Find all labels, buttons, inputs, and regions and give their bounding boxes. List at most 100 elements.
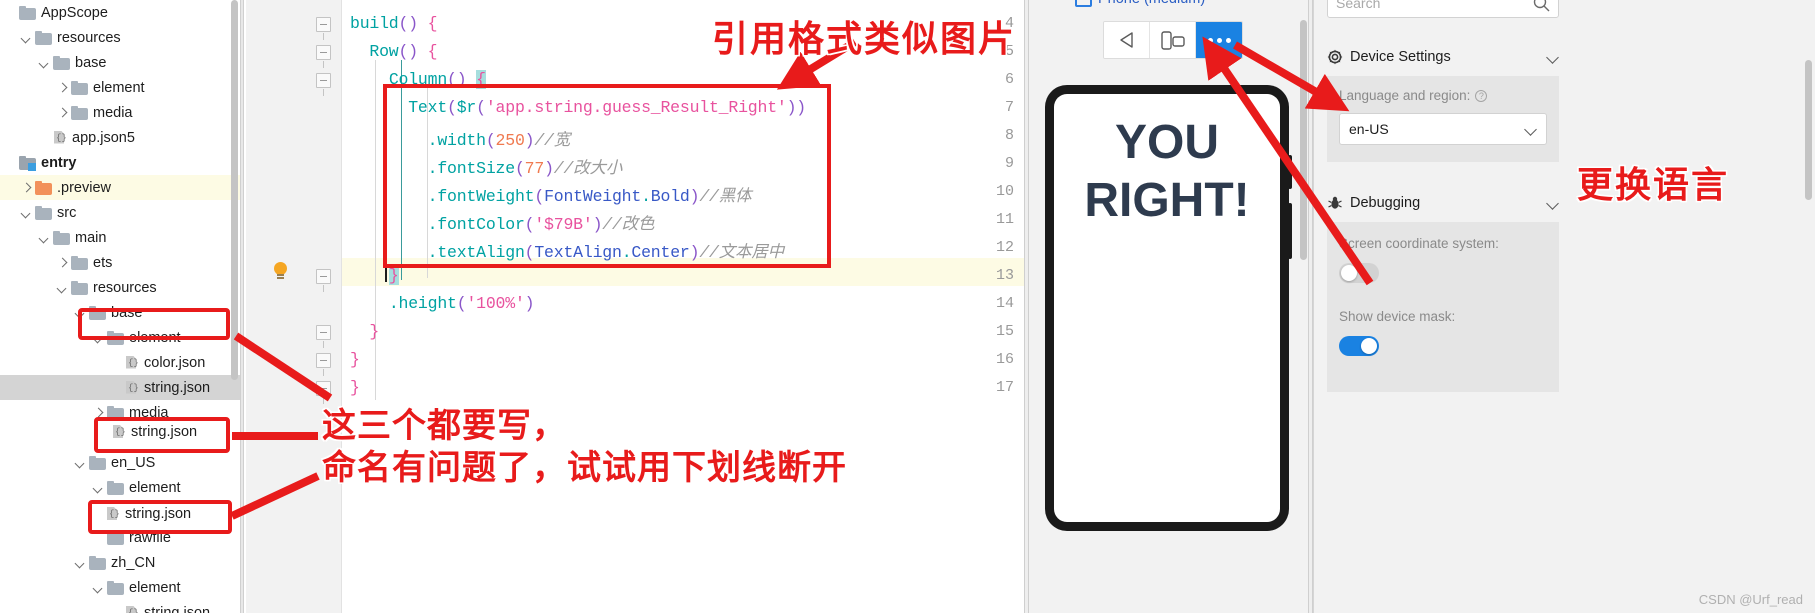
- code-fold-marker[interactable]: [316, 325, 331, 348]
- chevron-down-icon[interactable]: [92, 581, 105, 594]
- chevron-right-icon[interactable]: [56, 106, 69, 119]
- chevron-down-icon[interactable]: [56, 281, 69, 294]
- tree-item-label: element: [129, 479, 181, 496]
- help-icon[interactable]: ?: [1475, 89, 1488, 102]
- code-token: .: [427, 159, 438, 178]
- chevron-right-icon[interactable]: [92, 431, 105, 444]
- chevron-down-icon[interactable]: [74, 556, 87, 569]
- chevron-down-icon[interactable]: [1525, 123, 1537, 135]
- tree-item-zh-cn[interactable]: zh_CN: [0, 550, 240, 575]
- tree-item-resources[interactable]: resources: [0, 275, 240, 300]
- tree-item-en-us[interactable]: en_US: [0, 450, 240, 475]
- code-token: {: [427, 14, 438, 33]
- tree-item-entry[interactable]: entry: [0, 150, 240, 175]
- tree-item-src[interactable]: src: [0, 200, 240, 225]
- chevron-down-icon[interactable]: [1547, 51, 1559, 63]
- code-line[interactable]: }: [350, 350, 360, 369]
- chevron-down-icon[interactable]: [1547, 197, 1559, 209]
- preview-orientation-button[interactable]: [1150, 22, 1196, 58]
- tree-item-base[interactable]: base: [0, 50, 240, 75]
- device-screen[interactable]: YOU RIGHT!: [1054, 94, 1280, 522]
- code-fold-marker[interactable]: [316, 381, 331, 404]
- chevron-down-icon[interactable]: [20, 31, 33, 44]
- previewer-settings-panel[interactable]: Search Device Settings Language and regi…: [1313, 0, 1815, 613]
- tree-item-element[interactable]: element: [0, 475, 240, 500]
- code-editor[interactable]: 4 5 6 7 8 9 10 11 12 13 14 15 16 17 build() { Row() {…: [246, 0, 1024, 613]
- tree-item-base[interactable]: base: [0, 300, 240, 325]
- tree-item-ets[interactable]: ets: [0, 250, 240, 275]
- code-token: }: [369, 322, 380, 341]
- code-line[interactable]: Column() {: [350, 70, 486, 89]
- settings-search-box[interactable]: Search: [1327, 0, 1559, 18]
- tree-item-element[interactable]: element: [0, 75, 240, 100]
- tree-item--preview[interactable]: .preview: [0, 175, 240, 200]
- editor-fold-gutter[interactable]: [310, 0, 342, 613]
- tree-item-string-json-overlay[interactable]: string.json: [106, 506, 191, 522]
- tree-item-app-json5[interactable]: app.json5: [0, 125, 240, 150]
- section-header-device-settings[interactable]: Device Settings: [1327, 40, 1559, 74]
- settings-left-border: [1313, 0, 1314, 613]
- code-fold-marker[interactable]: [316, 73, 331, 96]
- code-line[interactable]: }: [350, 378, 360, 397]
- code-fold-marker[interactable]: [316, 353, 331, 376]
- tree-item-element[interactable]: element: [0, 575, 240, 600]
- device-text-line-1: YOU: [1114, 116, 1219, 169]
- chevron-right-icon[interactable]: [56, 81, 69, 94]
- screen-coordinate-toggle[interactable]: [1339, 263, 1379, 283]
- search-input[interactable]: Search: [1336, 0, 1533, 11]
- show-device-mask-toggle[interactable]: [1339, 336, 1379, 356]
- code-line[interactable]: .fontSize(77)//改大小: [350, 154, 623, 178]
- tree-item-media[interactable]: media: [0, 100, 240, 125]
- settings-scrollbar[interactable]: [1805, 60, 1812, 200]
- preview-more-button[interactable]: [1196, 22, 1242, 58]
- code-token: ): [689, 243, 700, 262]
- tree-item-appscope[interactable]: AppScope: [0, 0, 240, 25]
- code-line[interactable]: .width(250)//宽: [350, 126, 571, 150]
- tree-item-color-json[interactable]: color.json: [0, 350, 240, 375]
- line-number: 13: [995, 267, 1014, 284]
- chevron-down-icon[interactable]: [74, 456, 87, 469]
- code-line[interactable]: Text($r('app.string.guess_Result_Right')…: [350, 98, 806, 117]
- code-fold-marker[interactable]: [316, 17, 331, 40]
- code-token: (): [398, 42, 419, 61]
- preview-back-button[interactable]: [1104, 22, 1150, 58]
- code-line[interactable]: }: [350, 266, 399, 285]
- language-region-select[interactable]: en-US: [1339, 113, 1547, 145]
- tree-item-main[interactable]: main: [0, 225, 240, 250]
- code-line[interactable]: .textAlign(TextAlign.Center)//文本居中: [350, 238, 784, 262]
- chevron-down-icon[interactable]: [20, 206, 33, 219]
- folder-icon: [35, 30, 52, 45]
- tree-item-media[interactable]: media: [0, 400, 240, 425]
- tree-item-resources[interactable]: resources: [0, 25, 240, 50]
- tree-item-string-json[interactable]: string.json: [0, 375, 240, 400]
- code-line[interactable]: Row() {: [350, 42, 437, 61]
- code-line[interactable]: .fontWeight(FontWeight.Bold)//黑体: [350, 182, 752, 206]
- tree-item-string-json-overlay[interactable]: string.json: [112, 424, 197, 440]
- chevron-down-icon[interactable]: [38, 56, 51, 69]
- previewer-toolbar[interactable]: [1103, 21, 1243, 59]
- tree-item-string-json[interactable]: string.json: [0, 600, 240, 613]
- file-tree-scrollbar[interactable]: [231, 0, 238, 380]
- code-line[interactable]: }: [350, 322, 379, 341]
- tree-editor-splitter[interactable]: [240, 0, 244, 613]
- chevron-down-icon[interactable]: [38, 231, 51, 244]
- intention-bulb-icon[interactable]: [273, 262, 288, 279]
- previewer-panel[interactable]: Phone (medium) YOU: [1029, 0, 1308, 613]
- code-fold-marker[interactable]: [316, 269, 331, 292]
- chevron-down-icon[interactable]: [92, 331, 105, 344]
- code-line[interactable]: build() {: [350, 14, 438, 33]
- chevron-down-icon[interactable]: [92, 481, 105, 494]
- chevron-right-icon[interactable]: [20, 181, 33, 194]
- code-token: //宽: [534, 131, 571, 150]
- chevron-right-icon[interactable]: [92, 406, 105, 419]
- tree-item-rawfile[interactable]: rawfile: [0, 525, 240, 550]
- section-header-debugging[interactable]: Debugging: [1327, 186, 1559, 220]
- code-line[interactable]: .fontColor('$79B')//改色: [350, 210, 655, 234]
- previewer-scrollbar[interactable]: [1300, 20, 1307, 260]
- tree-item-element[interactable]: element: [0, 325, 240, 350]
- chevron-right-icon[interactable]: [56, 256, 69, 269]
- preview-device-tab[interactable]: Phone (medium): [1075, 0, 1205, 7]
- chevron-down-icon[interactable]: [74, 306, 87, 319]
- code-fold-marker[interactable]: [316, 45, 331, 68]
- code-line[interactable]: .height('100%'): [350, 294, 535, 313]
